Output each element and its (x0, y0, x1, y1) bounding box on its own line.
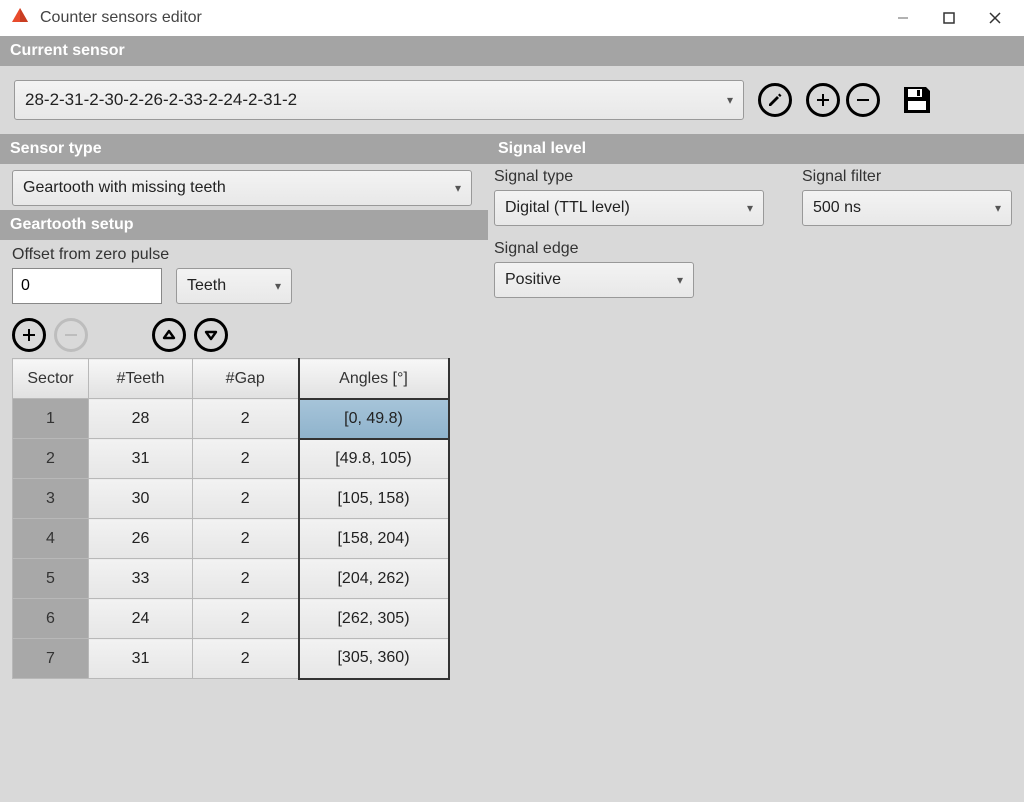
add-row-button[interactable] (12, 318, 46, 352)
cell-gap[interactable]: 2 (193, 599, 299, 639)
cell-gap[interactable]: 2 (193, 559, 299, 599)
signal-type-label: Signal type (494, 168, 784, 186)
col-angles[interactable]: Angles [°] (299, 359, 449, 399)
section-header-geartooth-setup: Geartooth setup (0, 210, 488, 240)
cell-teeth[interactable]: 31 (89, 439, 193, 479)
cell-angles[interactable]: [0, 49.8) (299, 399, 449, 439)
cell-angles[interactable]: [49.8, 105) (299, 439, 449, 479)
remove-row-button (54, 318, 88, 352)
cell-gap[interactable]: 2 (193, 479, 299, 519)
col-gap[interactable]: #Gap (193, 359, 299, 399)
cell-sector[interactable]: 1 (13, 399, 89, 439)
move-row-down-button[interactable] (194, 318, 228, 352)
current-sensor-value: 28-2-31-2-30-2-26-2-33-2-24-2-31-2 (25, 90, 297, 110)
chevron-down-icon: ▾ (995, 201, 1001, 215)
col-teeth[interactable]: #Teeth (89, 359, 193, 399)
signal-type-select[interactable]: Digital (TTL level) ▾ (494, 190, 764, 226)
cell-teeth[interactable]: 24 (89, 599, 193, 639)
move-row-up-button[interactable] (152, 318, 186, 352)
chevron-down-icon: ▾ (275, 279, 281, 293)
edit-sensor-button[interactable] (758, 83, 792, 117)
signal-edge-label: Signal edge (494, 240, 784, 258)
cell-sector[interactable]: 2 (13, 439, 89, 479)
cell-teeth[interactable]: 26 (89, 519, 193, 559)
table-row[interactable]: 3302[105, 158) (13, 479, 449, 519)
signal-edge-select[interactable]: Positive ▾ (494, 262, 694, 298)
app-logo-icon (10, 6, 30, 30)
col-sector[interactable]: Sector (13, 359, 89, 399)
cell-gap[interactable]: 2 (193, 519, 299, 559)
cell-sector[interactable]: 4 (13, 519, 89, 559)
window-minimize-button[interactable] (880, 0, 926, 36)
table-row[interactable]: 4262[158, 204) (13, 519, 449, 559)
chevron-down-icon: ▾ (677, 273, 683, 287)
cell-sector[interactable]: 5 (13, 559, 89, 599)
table-row[interactable]: 6242[262, 305) (13, 599, 449, 639)
chevron-down-icon: ▾ (455, 181, 461, 195)
cell-sector[interactable]: 3 (13, 479, 89, 519)
cell-sector[interactable]: 7 (13, 639, 89, 679)
save-button[interactable] (900, 83, 934, 117)
offset-value-input[interactable] (12, 268, 162, 304)
cell-angles[interactable]: [105, 158) (299, 479, 449, 519)
offset-label: Offset from zero pulse (12, 246, 476, 264)
cell-gap[interactable]: 2 (193, 439, 299, 479)
cell-teeth[interactable]: 28 (89, 399, 193, 439)
cell-teeth[interactable]: 33 (89, 559, 193, 599)
table-row[interactable]: 1282[0, 49.8) (13, 399, 449, 439)
cell-teeth[interactable]: 31 (89, 639, 193, 679)
cell-sector[interactable]: 6 (13, 599, 89, 639)
table-row[interactable]: 7312[305, 360) (13, 639, 449, 679)
table-row[interactable]: 2312[49.8, 105) (13, 439, 449, 479)
window-close-button[interactable] (972, 0, 1018, 36)
table-row[interactable]: 5332[204, 262) (13, 559, 449, 599)
geartooth-table[interactable]: Sector #Teeth #Gap Angles [°] 1282[0, 49… (12, 358, 450, 680)
sensor-type-select[interactable]: Geartooth with missing teeth ▾ (12, 170, 472, 206)
chevron-down-icon: ▾ (747, 201, 753, 215)
window-maximize-button[interactable] (926, 0, 972, 36)
offset-unit-select[interactable]: Teeth ▾ (176, 268, 292, 304)
cell-gap[interactable]: 2 (193, 639, 299, 679)
add-sensor-button[interactable] (806, 83, 840, 117)
cell-teeth[interactable]: 30 (89, 479, 193, 519)
chevron-down-icon: ▾ (727, 93, 733, 107)
cell-angles[interactable]: [158, 204) (299, 519, 449, 559)
signal-filter-label: Signal filter (802, 168, 1012, 186)
cell-angles[interactable]: [262, 305) (299, 599, 449, 639)
cell-angles[interactable]: [305, 360) (299, 639, 449, 679)
window-title: Counter sensors editor (40, 9, 202, 27)
section-header-sensor-type: Sensor type (0, 134, 488, 164)
remove-sensor-button[interactable] (846, 83, 880, 117)
section-header-signal-level: Signal level (488, 134, 1024, 164)
cell-gap[interactable]: 2 (193, 399, 299, 439)
current-sensor-select[interactable]: 28-2-31-2-30-2-26-2-33-2-24-2-31-2 ▾ (14, 80, 744, 120)
cell-angles[interactable]: [204, 262) (299, 559, 449, 599)
section-header-current-sensor: Current sensor (0, 36, 1024, 66)
signal-filter-select[interactable]: 500 ns ▾ (802, 190, 1012, 226)
window-titlebar: Counter sensors editor (0, 0, 1024, 36)
